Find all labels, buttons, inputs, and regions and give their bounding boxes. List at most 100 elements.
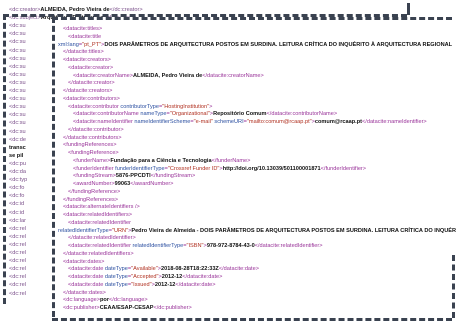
xml-tag: </awardNumber> [130, 181, 174, 187]
xml-attr: dateType [104, 274, 128, 280]
back-xml-line: <dc:lar [9, 217, 26, 225]
back-xml-tag: <dc:rel [9, 233, 26, 240]
xml-txt: DOIS PARÂMETROS DE ARQUITECTURA POSTOS E… [104, 41, 453, 48]
back-xml-tag: <dc:rel [9, 250, 26, 256]
xml-tag: <datacite:date [68, 274, 105, 280]
xml-tag: </datacite:creatorName> [202, 72, 264, 79]
back-xml-line: <dc:de [9, 136, 26, 144]
back-xml-line: <dc:su [9, 95, 26, 103]
back-xml-line: <dc:pu [9, 160, 26, 168]
xml-tag: </datacite:creators> [63, 88, 113, 94]
xml-tag: </datacite:contributors> [63, 134, 122, 141]
xml-tag: <dc:publisher> [63, 305, 100, 311]
back-xml-tag: <dc:rel [9, 241, 26, 248]
back-xml-line: <dc:rel [9, 241, 26, 249]
xml-val: "HostingInstitution" [162, 103, 210, 110]
xml-tag: </datacite:date> [182, 274, 223, 280]
xml-tag: </datacite:nameIdentifier> [362, 119, 427, 125]
back-xml-line: <dc:fo [9, 184, 24, 192]
back-xml-tag: <dc:su [9, 128, 26, 135]
xml-tag: <funderIdentifier [73, 165, 116, 172]
xml-tag: <datacite:relatedIdentifiers> [63, 212, 133, 218]
back-xml-tag: <dc:su [9, 120, 26, 127]
xml-tag: <fundingStream> [73, 173, 116, 180]
xml-tag: </datacite:contributor> [68, 126, 124, 133]
xml-tag: </fundingReference> [68, 188, 121, 195]
xml-txt: http://doi.org/10.13039/501100001871 [222, 165, 321, 172]
xml-tag: <fundingReferences> [63, 142, 117, 149]
back-xml-tag: <dc:su [9, 55, 26, 62]
back-xml-line: <dc:rel [9, 265, 26, 273]
xml-line: xml:lang="pt_PT">DOIS PARÂMETROS DE ARQU… [58, 41, 452, 49]
xml-attr: xml:lang [58, 41, 79, 48]
back-xml-line: <dc:su [9, 111, 26, 119]
back-xml-line: <dc:su [9, 22, 26, 30]
xml-tag: </datacite:date> [218, 266, 259, 273]
xml-tag: <datacite:contributorName [73, 111, 141, 118]
front-panel-border-bottom [52, 318, 452, 321]
back-xml-line: <dc:typ [9, 176, 27, 184]
xml-tag: <fundingReference> [68, 150, 119, 156]
xml-tag: <datacite:date [68, 266, 105, 273]
xml-attr: schemeURI [212, 119, 244, 125]
back-panel-border-right [407, 3, 410, 15]
back-xml-line: se pil [9, 152, 23, 160]
xml-tag: <datacite:relatedIdentifier [68, 219, 131, 226]
xml-tag: <datacite:creator> [68, 64, 114, 71]
xml-tag: <awardNumber> [73, 181, 115, 187]
back-xml-line: <dc:fo [9, 192, 24, 200]
back-xml-tag: </dc:creator> [109, 7, 143, 13]
back-xml-tag: <dc:su [9, 79, 26, 86]
back-xml-tag: <dc:su [9, 96, 26, 103]
xml-attr: contributorType [120, 103, 159, 110]
back-xml-line: <dc:su [9, 103, 26, 111]
back-xml-line: <dc:su [9, 87, 26, 95]
back-xml-tag: <dc:typ [9, 177, 28, 184]
xml-tag: <datacite:alternateIdentifiers /> [63, 204, 140, 211]
xml-attr: dateType [104, 281, 128, 288]
xml-val: "Issued" [131, 281, 152, 288]
back-xml-tag: <dc:id [9, 201, 25, 208]
xml-txt: 99063 [114, 181, 131, 187]
back-xml-tag: <dc:su [9, 71, 26, 78]
xml-val: "Crossref Funder ID" [167, 165, 220, 172]
back-xml-line: <dc:su [9, 47, 26, 55]
back-xml-text: transc [9, 144, 26, 151]
xml-txt: 978-972-8784-43-0 [206, 243, 255, 249]
xml-tag: </funderIdentifier> [320, 165, 367, 172]
xml-tag: </datacite:relatedIdentifier> [254, 243, 323, 249]
xml-tag: <datacite:date [68, 281, 105, 288]
xml-attr: nameIdentifierScheme [134, 119, 191, 125]
back-xml-line: <dc:creator>ALMEIDA, Pedro Vieira de</dc… [9, 6, 143, 14]
front-panel-border-right [452, 255, 455, 318]
back-xml-line: <dc:rel [9, 257, 26, 265]
xml-attr: funderIdentifierType [115, 165, 165, 172]
xml-txt: CEAA/ESAP-CESAP [99, 305, 154, 311]
back-xml-line: <dc:rel [9, 233, 26, 241]
xml-tag: </dc:publisher> [153, 305, 192, 311]
xml-tag: </datacite:creator> [68, 80, 115, 87]
back-xml-line: <dc:su [9, 55, 26, 63]
xml-attr: relatedIdentifierType [58, 227, 109, 234]
xml-tag: </datacite:date> [175, 281, 216, 288]
xml-tag: <dc:language> [63, 297, 101, 304]
front-panel-border-top [52, 17, 452, 20]
xml-val: "mailto:comum@rcaap.pt" [246, 119, 312, 125]
xml-attr: relatedIdentifierType [132, 243, 184, 249]
xml-tag: </datacite:relatedIdentifiers> [63, 250, 134, 257]
xml-val: "URN" [111, 227, 129, 234]
back-xml-tag: <dc:su [9, 63, 26, 70]
back-xml-tag: <dc:creator> [9, 7, 41, 13]
back-xml-tag: <dc:rel [9, 225, 26, 232]
back-xml-line: <dc:su [9, 71, 26, 79]
back-xml-tag: <dc:fo [9, 185, 25, 192]
back-xml-line: <dc:da [9, 168, 26, 176]
back-xml-line: <dc:rel [9, 225, 26, 233]
xml-tag: </datacite:contributorName> [266, 111, 338, 118]
xml-tag: </fundingReferences> [63, 196, 119, 203]
xml-val: "Organizational" [169, 111, 210, 118]
xml-tag: </dc:language> [109, 297, 148, 304]
back-xml-line: <dc:rel [9, 273, 26, 281]
back-xml-text: se pil [9, 152, 24, 159]
back-xml-tag: <dc:de [9, 136, 26, 143]
